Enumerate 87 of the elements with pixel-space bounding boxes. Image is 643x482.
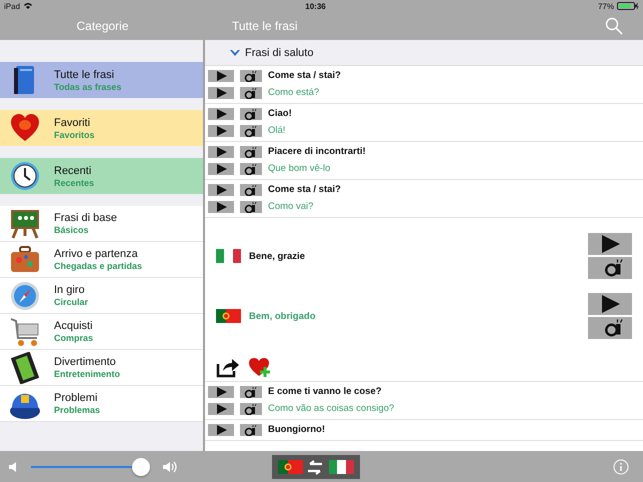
category-subtitle: Chegadas e partidas xyxy=(54,261,142,271)
category-item[interactable]: Recenti Recentes xyxy=(0,158,203,194)
italian-phrase: Piacere di incontrarti! xyxy=(268,146,366,157)
play-button[interactable] xyxy=(208,108,234,120)
speaker-icon xyxy=(8,460,18,472)
italian-phrase: Come sta / stai? xyxy=(268,70,341,81)
category-item[interactable]: Tutte le frasi Todas as frases xyxy=(0,62,203,98)
category-title: Arrivo e partenza xyxy=(54,248,139,260)
slow-play-button[interactable] xyxy=(240,86,262,98)
heart-icon xyxy=(9,112,41,144)
category-subtitle: Problemas xyxy=(54,405,100,415)
portuguese-phrase: Olá! xyxy=(268,125,286,136)
portuguese-phrase: Como está? xyxy=(268,87,320,98)
category-item[interactable]: Problemi Problemas xyxy=(0,386,203,422)
play-button[interactable] xyxy=(588,293,632,315)
device-name: iPad xyxy=(4,2,20,10)
category-title: Divertimento xyxy=(54,356,117,368)
category-title: Favoriti xyxy=(54,116,92,128)
category-title: Frasi di base xyxy=(54,212,117,224)
slow-play-button[interactable] xyxy=(240,184,262,196)
slow-play-button[interactable] xyxy=(240,108,262,120)
heart-plus-icon[interactable] xyxy=(248,356,272,378)
italian-phrase: E come ti vanno le cose? xyxy=(268,386,382,397)
category-item[interactable]: In giro Circular xyxy=(0,278,203,314)
category-subtitle: Todas as frases xyxy=(54,82,122,92)
italian-phrase: Bene, grazie xyxy=(249,250,306,262)
category-title: Problemi xyxy=(54,392,98,404)
play-button[interactable] xyxy=(208,70,234,82)
portuguese-phrase: Que bom vê-lo xyxy=(268,163,330,174)
play-button[interactable] xyxy=(208,124,234,136)
slow-play-button[interactable] xyxy=(240,70,262,82)
category-item[interactable]: Favoriti Favoritos xyxy=(0,110,203,146)
status-time: 10:36 xyxy=(305,2,326,10)
slow-play-button[interactable] xyxy=(240,162,262,174)
play-button[interactable] xyxy=(208,402,234,414)
category-subtitle: Básicos xyxy=(54,225,90,235)
slow-play-button[interactable] xyxy=(240,424,262,436)
slow-play-button[interactable] xyxy=(240,386,262,398)
nav-title: Tutte le frasi xyxy=(232,19,298,33)
category-item[interactable]: Acquisti Compras xyxy=(0,314,203,350)
category-item[interactable]: Divertimento Entretenimento xyxy=(0,350,203,386)
play-button[interactable] xyxy=(208,184,234,196)
portuguese-phrase: Como vão as coisas consigo? xyxy=(268,403,394,414)
italian-phrase: Ciao! xyxy=(268,108,292,119)
section-header[interactable]: Frasi di saluto xyxy=(205,40,643,66)
shopping-cart-icon xyxy=(9,316,41,348)
category-item[interactable]: Frasi di base Básicos xyxy=(0,206,203,242)
category-title: Recenti xyxy=(54,164,92,176)
wifi-icon xyxy=(23,2,34,10)
flag-icon xyxy=(216,249,241,263)
compass-icon xyxy=(9,280,41,312)
slow-play-button[interactable] xyxy=(588,317,632,339)
chevron-down-icon xyxy=(229,48,241,56)
category-subtitle: Favoritos xyxy=(54,130,95,140)
portuguese-phrase: Como vai? xyxy=(268,201,314,212)
play-button[interactable] xyxy=(208,162,234,174)
slow-play-button[interactable] xyxy=(240,146,262,158)
slow-play-button[interactable] xyxy=(588,257,632,279)
slow-play-button[interactable] xyxy=(240,402,262,414)
category-subtitle: Entretenimento xyxy=(54,369,120,379)
category-title: Acquisti xyxy=(54,320,94,332)
battery-percent: 77% xyxy=(598,2,614,10)
play-button[interactable] xyxy=(208,386,234,398)
portuguese-phrase: Bem, obrigado xyxy=(249,310,317,322)
category-subtitle: Circular xyxy=(54,297,88,307)
slow-play-button[interactable] xyxy=(240,200,262,212)
language-swap-button[interactable] xyxy=(272,454,360,478)
nav-title: Categorie xyxy=(76,19,129,33)
play-button[interactable] xyxy=(208,86,234,98)
category-title: In giro xyxy=(54,284,86,296)
slow-play-button[interactable] xyxy=(240,124,262,136)
battery-icon xyxy=(617,2,639,10)
share-icon[interactable] xyxy=(216,356,240,378)
speaker-loud-icon xyxy=(162,460,178,472)
flag-icon xyxy=(216,309,241,323)
clock-icon xyxy=(9,160,41,192)
play-button[interactable] xyxy=(208,146,234,158)
italian-phrase: Come sta / stai? xyxy=(268,184,341,195)
category-item[interactable]: Arrivo e partenza Chegadas e partidas xyxy=(0,242,203,278)
section-title: Frasi di saluto xyxy=(245,46,314,58)
play-button[interactable] xyxy=(588,233,632,255)
italian-phrase: Buongiorno! xyxy=(268,424,325,435)
category-subtitle: Compras xyxy=(54,333,94,343)
play-button[interactable] xyxy=(208,424,234,436)
play-button[interactable] xyxy=(208,200,234,212)
category-subtitle: Recentes xyxy=(54,178,94,188)
category-title: Tutte le frasi xyxy=(54,68,116,80)
